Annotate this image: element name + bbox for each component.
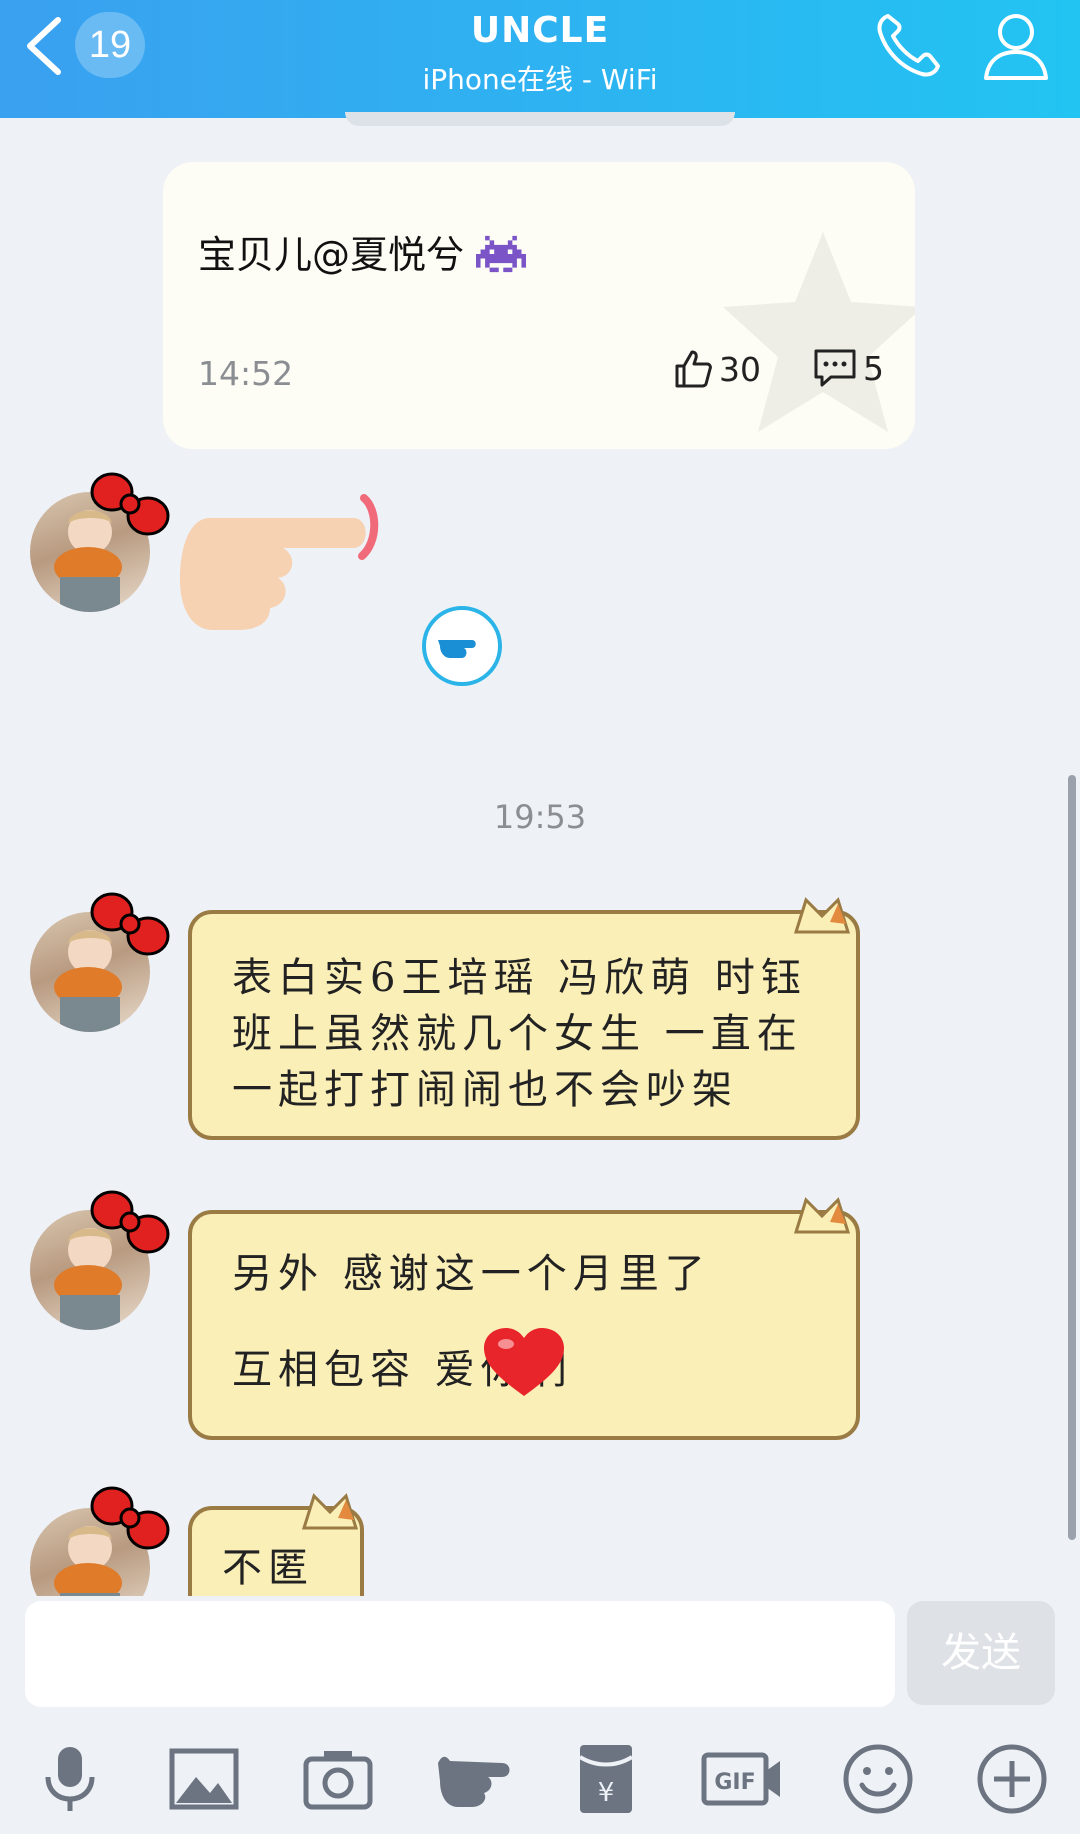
heart-icon [484,1328,564,1396]
message-bubble[interactable]: 表白实6王培瑶 冯欣萌 时钰 班上虽然就几个女生 一直在一起打打闹闹也不会吵架 [188,897,860,1140]
red-bow-icon [90,892,170,956]
comment-icon [814,349,856,387]
cat-ears-icon [301,1493,359,1530]
phone-icon[interactable] [870,8,946,84]
thumbs-up-icon [675,350,712,388]
scrollbar[interactable] [1068,775,1076,1540]
red-packet-icon[interactable]: ¥ [568,1741,644,1817]
send-button[interactable]: 发送 [907,1601,1055,1705]
mic-icon[interactable] [32,1741,108,1817]
image-icon[interactable] [166,1741,242,1817]
plus-icon[interactable] [974,1741,1050,1817]
svg-text:GIF: GIF [714,1770,755,1795]
poke-hand-icon[interactable] [178,490,398,640]
message-text: 表白实6王培瑶 冯欣萌 时钰 班上虽然就几个女生 一直在一起打打闹闹也不会吵架 [232,955,807,1113]
poke-badge-icon[interactable] [420,604,504,688]
space-invader-emoji-icon [476,235,527,273]
post-card[interactable]: 宝贝儿@夏悦兮 14:52 30 5 [163,162,915,449]
star-watermark-icon [723,232,915,432]
red-bow-icon [90,472,170,536]
card-tab [345,112,735,126]
time-divider: 19:53 [493,798,587,836]
cat-ears-icon [793,897,851,934]
gif-icon[interactable]: GIF [700,1741,784,1817]
profile-icon[interactable] [978,8,1054,84]
message-bubble[interactable]: 另外 感谢这一个月里了互相包容 爱你们 [188,1197,860,1440]
like-button[interactable]: 30 [673,348,761,390]
poke-icon[interactable] [432,1741,520,1817]
message-input[interactable] [25,1601,895,1707]
red-bow-icon [90,1486,170,1550]
cat-ears-icon [793,1197,851,1234]
post-time: 14:52 [198,354,294,393]
camera-icon[interactable] [300,1741,376,1817]
composer: 发送 ¥ GIF [0,1596,1080,1834]
red-bow-icon [90,1190,170,1254]
like-count: 30 [719,349,761,389]
emoji-icon[interactable] [840,1741,916,1817]
comment-button[interactable]: 5 [813,348,884,388]
post-text: 宝贝儿@夏悦兮 [198,233,465,277]
svg-text:¥: ¥ [598,1778,615,1808]
chat-header: 19 UNCLE iPhone在线 - WiFi [0,0,1080,118]
comment-count: 5 [863,348,884,388]
